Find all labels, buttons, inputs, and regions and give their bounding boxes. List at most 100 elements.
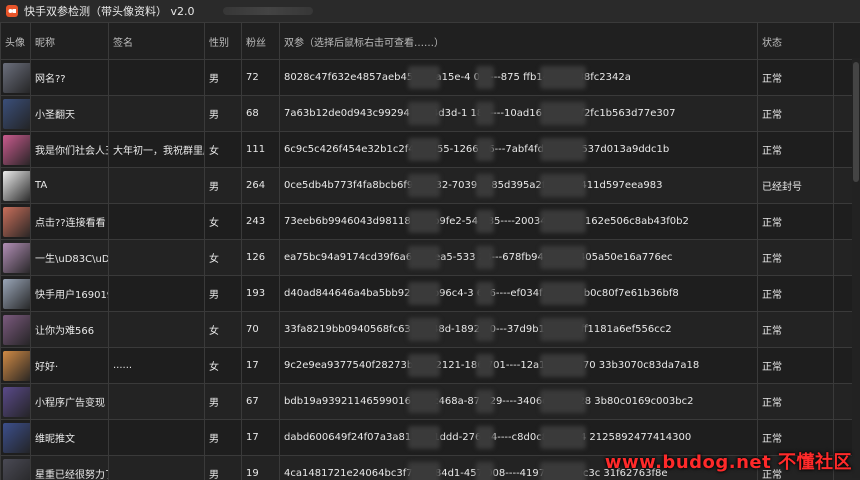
- signature-cell: [108, 167, 205, 204]
- nickname-cell: 让你为难566: [30, 311, 109, 348]
- gender-cell: 男: [204, 455, 242, 480]
- redaction-blur: [408, 210, 440, 233]
- nickname-cell: 好好·: [30, 347, 109, 384]
- avatar: [3, 278, 30, 309]
- status-cell: 正常: [757, 239, 834, 276]
- avatar: [3, 98, 30, 129]
- redaction-blur: [476, 354, 494, 377]
- header-avatar[interactable]: 头像: [0, 22, 31, 60]
- signature-cell: [108, 203, 205, 240]
- avatar-cell: [0, 131, 31, 168]
- gender-cell: 男: [204, 95, 242, 132]
- signature-cell: 大年初一，我祝群里所: [108, 131, 205, 168]
- header-nickname[interactable]: 昵称: [30, 22, 109, 60]
- table-row[interactable]: 点击??连接看看 女 243 73eeb6b9946043d98118 9b0b9fe…: [0, 203, 860, 240]
- fans-cell: 17: [241, 347, 280, 384]
- gender-cell: 男: [204, 167, 242, 204]
- status-cell: 正常: [757, 203, 834, 240]
- key-cell: 33fa8219bb0940568fc63 6ca48d-1892 10---3…: [279, 311, 758, 348]
- avatar: [3, 62, 30, 93]
- key-cell: 9c2e9ea9377540f28273b 8b72121-186 701---…: [279, 347, 758, 384]
- status-cell: 正常: [757, 95, 834, 132]
- avatar: [3, 314, 30, 345]
- fans-cell: 17: [241, 419, 280, 456]
- avatar-cell: [0, 455, 31, 480]
- signature-cell: [108, 419, 205, 456]
- signature-cell: [108, 239, 205, 276]
- avatar-cell: [0, 311, 31, 348]
- nickname-cell: 小程序广告变现: [30, 383, 109, 420]
- status-cell: 正常: [757, 131, 834, 168]
- gender-cell: 男: [204, 419, 242, 456]
- title-bar: 快手双参检测（带头像资料） v2.0: [0, 0, 860, 23]
- table-row[interactable]: 小程序广告变现 男 67 bdb19a93921146599016 2a9c468a-…: [0, 383, 860, 420]
- watermark: www.budog.net 不懂社区: [604, 452, 852, 473]
- redaction-blur: [540, 210, 586, 233]
- redaction-blur: [540, 462, 586, 480]
- nickname-cell: 点击??连接看看: [30, 203, 109, 240]
- avatar-cell: [0, 347, 31, 384]
- key-cell: 6c9c5c426f454e32b1c2f4 63355-1266 36---7…: [279, 131, 758, 168]
- avatar-cell: [0, 239, 31, 276]
- table-row[interactable]: 让你为难566 女 70 33fa8219bb0940568fc63 6ca48d-1…: [0, 311, 860, 348]
- status-cell: 正常: [757, 383, 834, 420]
- table-row[interactable]: 小圣翻天 男 68 7a63b12de0d943c99294 6ad4d3d-1 18…: [0, 95, 860, 132]
- table-row[interactable]: TA 男 264 0ce5db4b773f4fa8bcb6f9 53532-7039 …: [0, 167, 860, 204]
- table-row[interactable]: 我是你们社会人王 大年初一，我祝群里所女 111 6c9c5c426f454e32b1…: [0, 131, 860, 168]
- gender-cell: 女: [204, 131, 242, 168]
- nickname-cell: 星重已经很努力了: [30, 455, 109, 480]
- nickname-cell: 快手用户1690190: [30, 275, 109, 312]
- table-row[interactable]: 好好·...... 女 17 9c2e9ea9377540f28273b 8b7212…: [0, 347, 860, 384]
- redacted-title-suffix: [222, 7, 313, 15]
- vertical-scrollbar[interactable]: [852, 58, 860, 478]
- redaction-blur: [476, 246, 494, 269]
- header-status[interactable]: 状态: [757, 22, 834, 60]
- redaction-blur: [408, 174, 440, 197]
- gender-cell: 女: [204, 347, 242, 384]
- redaction-blur: [476, 174, 494, 197]
- header-fans[interactable]: 粉丝: [241, 22, 280, 60]
- signature-cell: [108, 59, 205, 96]
- app-window: 快手双参检测（带头像资料） v2.0 头像 昵称 签名 性别 粉丝 双参（选择后…: [0, 0, 860, 480]
- header-key[interactable]: 双参（选择后鼠标右击可查看……）: [279, 22, 758, 60]
- fans-cell: 67: [241, 383, 280, 420]
- key-value[interactable]: 0ce5db4b773f4fa8bcb6f9 53532-7039 ---85d…: [284, 180, 662, 191]
- fans-cell: 193: [241, 275, 280, 312]
- table-body: 网名?? 男 72 8028c47f632e4857aeb456 67a15e-4 0…: [0, 59, 860, 480]
- key-cell: d40ad844646a4ba5bb92 66db96c4-3 616----e…: [279, 275, 758, 312]
- nickname-cell: TA: [30, 167, 109, 204]
- redaction-blur: [540, 66, 586, 89]
- table-row[interactable]: 一生\uD83C\uDF 女 126 ea75bc94a9174cd39f6a6 e4…: [0, 239, 860, 276]
- nickname-cell: 网名??: [30, 59, 109, 96]
- redaction-blur: [408, 426, 440, 449]
- status-cell: 正常: [757, 311, 834, 348]
- scrollbar-thumb[interactable]: [853, 62, 859, 182]
- redaction-blur: [540, 426, 586, 449]
- status-cell: 正常: [757, 59, 834, 96]
- redaction-blur: [540, 390, 586, 413]
- redaction-blur: [540, 102, 586, 125]
- redaction-blur: [408, 246, 440, 269]
- redaction-blur: [476, 318, 494, 341]
- redaction-blur: [408, 462, 440, 480]
- header-signature[interactable]: 签名: [108, 22, 205, 60]
- redaction-blur: [476, 390, 494, 413]
- signature-cell: [108, 383, 205, 420]
- result-grid[interactable]: 头像 昵称 签名 性别 粉丝 双参（选择后鼠标右击可查看……） 状态 网名?? 男…: [0, 22, 860, 480]
- redaction-blur: [476, 282, 494, 305]
- fans-cell: 72: [241, 59, 280, 96]
- gender-cell: 女: [204, 311, 242, 348]
- avatar: [3, 422, 30, 453]
- table-header-row: 头像 昵称 签名 性别 粉丝 双参（选择后鼠标右击可查看……） 状态: [0, 22, 860, 60]
- gender-cell: 男: [204, 383, 242, 420]
- avatar: [3, 206, 30, 237]
- header-gender[interactable]: 性别: [204, 22, 242, 60]
- fans-cell: 19: [241, 455, 280, 480]
- signature-cell: [108, 95, 205, 132]
- table-row[interactable]: 快手用户1690190 男193d40ad844646a4ba5bb92 66db…: [0, 275, 860, 312]
- key-cell: ea75bc94a9174cd39f6a6 e45ea5-533 28---67…: [279, 239, 758, 276]
- fans-cell: 264: [241, 167, 280, 204]
- table-row[interactable]: 网名?? 男 72 8028c47f632e4857aeb456 67a15e-4 0…: [0, 59, 860, 96]
- redaction-blur: [476, 426, 494, 449]
- redaction-blur: [408, 354, 440, 377]
